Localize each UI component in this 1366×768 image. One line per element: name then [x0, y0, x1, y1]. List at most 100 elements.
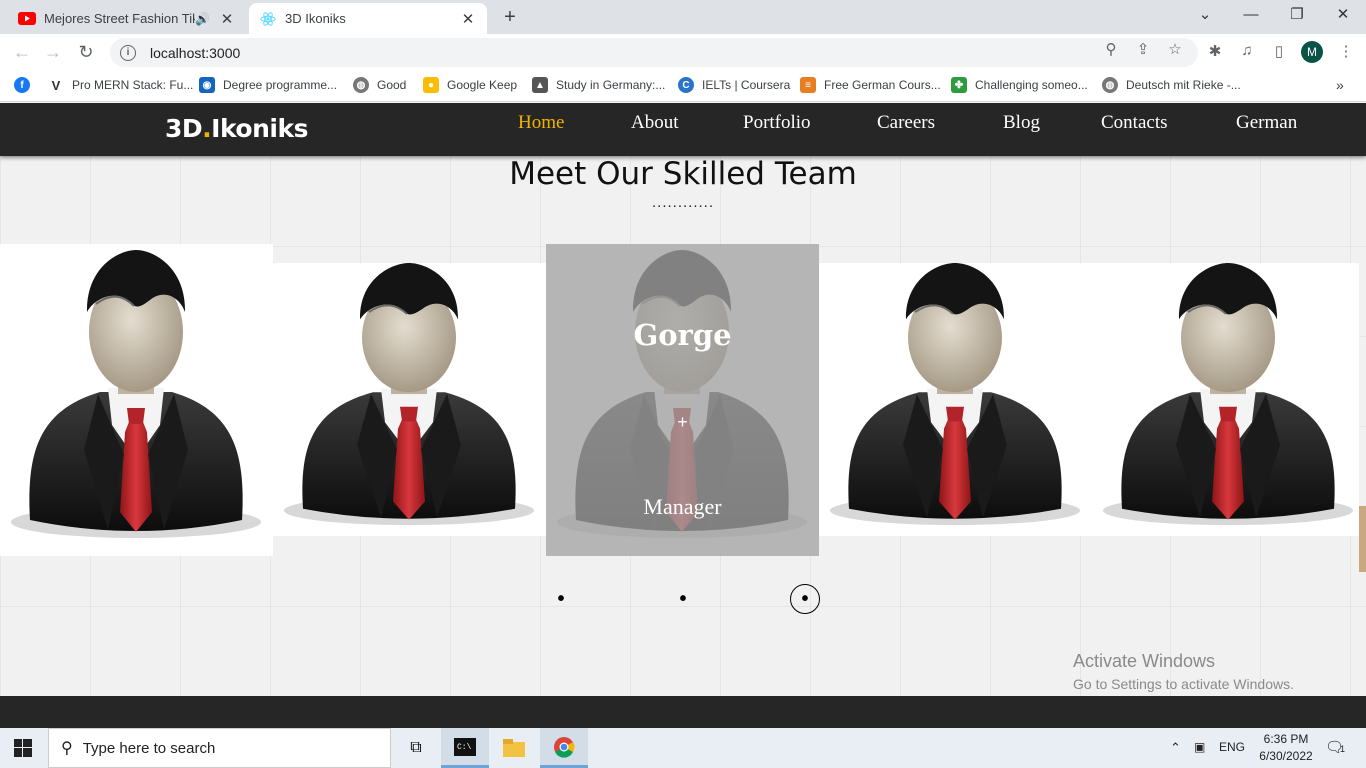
bookmark-item[interactable]: ≡ Free German Cours... — [800, 77, 941, 93]
back-button[interactable]: ← — [10, 40, 34, 64]
study-icon: ▲ — [532, 77, 548, 93]
minimize-button[interactable]: — — [1239, 4, 1263, 26]
taskbar-clock[interactable]: 6:36 PM 6/30/2022 — [1248, 731, 1324, 765]
notification-count: 1 — [1340, 744, 1346, 754]
search-placeholder: Type here to search — [82, 739, 216, 757]
bookmark-item[interactable]: ◉ Degree programme... — [199, 77, 337, 93]
svg-text:C:\: C:\ — [457, 743, 472, 752]
tab-title: Mejores Street Fashion Tik To — [44, 11, 195, 26]
windows-taskbar: ⚲ Type here to search ⧉ C:\ ⌃ ▣ ENG 6:36… — [0, 728, 1366, 768]
more-bookmarks-icon[interactable]: » — [1336, 77, 1344, 93]
title-underline-dots: ............ — [651, 194, 714, 211]
globe-icon: ◍ — [353, 77, 369, 93]
person-avatar-icon — [829, 263, 1081, 527]
bookmark-star-icon[interactable]: ☆ — [1165, 40, 1185, 58]
network-icon[interactable]: ▣ — [1194, 740, 1205, 754]
side-panel-icon[interactable]: ▯ — [1269, 42, 1289, 60]
team-card[interactable] — [1092, 263, 1359, 536]
challenge-icon: ✤ — [951, 77, 967, 93]
team-card-hovered[interactable]: Gorge + Manager — [546, 244, 819, 556]
tab-title: 3D Ikoniks — [285, 11, 346, 26]
globe-blue-icon: ◉ — [199, 77, 215, 93]
bookmark-item[interactable]: ▲ Study in Germany:... — [532, 77, 665, 93]
person-avatar-icon — [1102, 263, 1354, 527]
file-explorer-icon[interactable] — [490, 728, 538, 768]
bookmark-item[interactable]: V Pro MERN Stack: Fu... — [48, 77, 194, 93]
site-footer — [0, 696, 1366, 728]
windows-start-icon[interactable] — [14, 739, 32, 757]
member-name: Gorge — [633, 318, 732, 352]
forward-button[interactable]: → — [41, 40, 65, 64]
bookmark-item[interactable]: ◍ Deutsch mit Rieke -... — [1102, 77, 1241, 93]
browser-tab-strip: Mejores Street Fashion Tik To 🔊 ✕ 3D Iko… — [0, 0, 1366, 34]
member-role: Manager — [643, 494, 722, 519]
section-title: Meet Our Skilled Team — [509, 156, 857, 192]
language-indicator[interactable]: ENG — [1219, 740, 1245, 754]
team-card[interactable] — [819, 263, 1092, 536]
reload-button[interactable]: ↻ — [74, 40, 98, 64]
speaker-icon[interactable]: 🔊 — [195, 12, 210, 26]
site-header: 3D.Ikoniks Home About Portfolio Careers … — [0, 103, 1366, 156]
scrollbar-thumb[interactable] — [1359, 506, 1366, 572]
team-card[interactable] — [273, 263, 546, 536]
close-window-button[interactable]: ✕ — [1331, 4, 1355, 26]
bookmark-item[interactable]: ◍ Good — [353, 77, 406, 93]
nav-careers[interactable]: Careers — [877, 112, 935, 134]
new-tab-button[interactable]: + — [499, 6, 521, 29]
address-text: localhost:3000 — [150, 44, 241, 61]
nav-portfolio[interactable]: Portfolio — [743, 112, 811, 134]
carousel-dot-active[interactable]: • — [790, 584, 820, 614]
nav-home[interactable]: Home — [518, 112, 564, 134]
media-control-icon[interactable]: ♫ — [1237, 42, 1257, 59]
close-tab-icon[interactable]: ✕ — [218, 10, 236, 28]
coursera-icon: C — [678, 77, 694, 93]
menu-icon[interactable]: ⋮ — [1336, 42, 1356, 60]
team-card[interactable] — [0, 244, 273, 556]
zoom-icon[interactable]: ⚲ — [1101, 40, 1121, 58]
nav-about[interactable]: About — [631, 112, 679, 134]
browser-toolbar: ← → ↻ i localhost:3000 ⚲ ⇪ ☆ ✱ ♫ ▯ M ⋮ — [0, 34, 1366, 70]
youtube-icon — [18, 11, 36, 27]
chrome-app-icon[interactable] — [540, 728, 588, 768]
tray-chevron-icon[interactable]: ⌃ — [1170, 740, 1181, 756]
terminal-app-icon[interactable]: C:\ — [441, 728, 489, 768]
extensions-icon[interactable]: ✱ — [1205, 42, 1225, 60]
taskbar-search[interactable]: ⚲ Type here to search — [48, 728, 391, 768]
tab-youtube[interactable]: Mejores Street Fashion Tik To 🔊 ✕ — [8, 3, 246, 34]
share-icon[interactable]: ⇪ — [1133, 40, 1153, 58]
person-avatar-icon — [10, 249, 262, 539]
carousel-dot[interactable]: • — [546, 585, 576, 615]
activate-windows-title: Activate Windows — [1073, 651, 1216, 671]
team-section: Meet Our Skilled Team ............ Gorge… — [0, 156, 1366, 696]
info-icon[interactable]: i — [120, 44, 136, 61]
facebook-icon: f — [14, 77, 30, 93]
nav-german[interactable]: German — [1236, 112, 1297, 134]
react-icon — [259, 11, 277, 27]
notification-icon[interactable]: 🗨1 — [1325, 738, 1345, 756]
nav-contacts[interactable]: Contacts — [1101, 112, 1168, 134]
search-icon: ⚲ — [61, 740, 73, 757]
bookmark-item[interactable]: C IELTs | Coursera — [678, 77, 790, 93]
task-view-icon[interactable]: ⧉ — [392, 728, 440, 768]
tab-search-icon[interactable]: ⌄ — [1193, 4, 1217, 26]
globe-icon: ◍ — [1102, 77, 1118, 93]
profile-avatar[interactable]: M — [1301, 41, 1323, 63]
nav-blog[interactable]: Blog — [1003, 112, 1040, 134]
clock-date: 6/30/2022 — [1259, 749, 1313, 763]
activate-windows-subtitle: Go to Settings to activate Windows. — [1073, 676, 1294, 692]
v-icon: V — [51, 77, 61, 93]
tab-3d-ikoniks[interactable]: 3D Ikoniks ✕ — [249, 3, 487, 34]
facebook-bookmark[interactable]: f — [14, 77, 38, 93]
close-tab-icon[interactable]: ✕ — [459, 10, 477, 28]
plus-icon[interactable]: + — [546, 412, 819, 433]
clock-time: 6:36 PM — [1263, 732, 1309, 746]
site-logo[interactable]: 3D.Ikoniks — [165, 114, 308, 143]
bookmark-item[interactable]: ● Google Keep — [423, 77, 517, 93]
carousel-dot[interactable]: • — [668, 585, 698, 615]
address-bar[interactable]: i localhost:3000 — [110, 38, 1198, 67]
bookmark-item[interactable]: ✤ Challenging someo... — [951, 77, 1088, 93]
course-icon: ≡ — [800, 77, 816, 93]
person-avatar-icon — [283, 263, 535, 527]
bookmarks-bar: f V Pro MERN Stack: Fu... ◉ Degree progr… — [0, 70, 1366, 102]
maximize-button[interactable]: ❐ — [1285, 4, 1309, 26]
